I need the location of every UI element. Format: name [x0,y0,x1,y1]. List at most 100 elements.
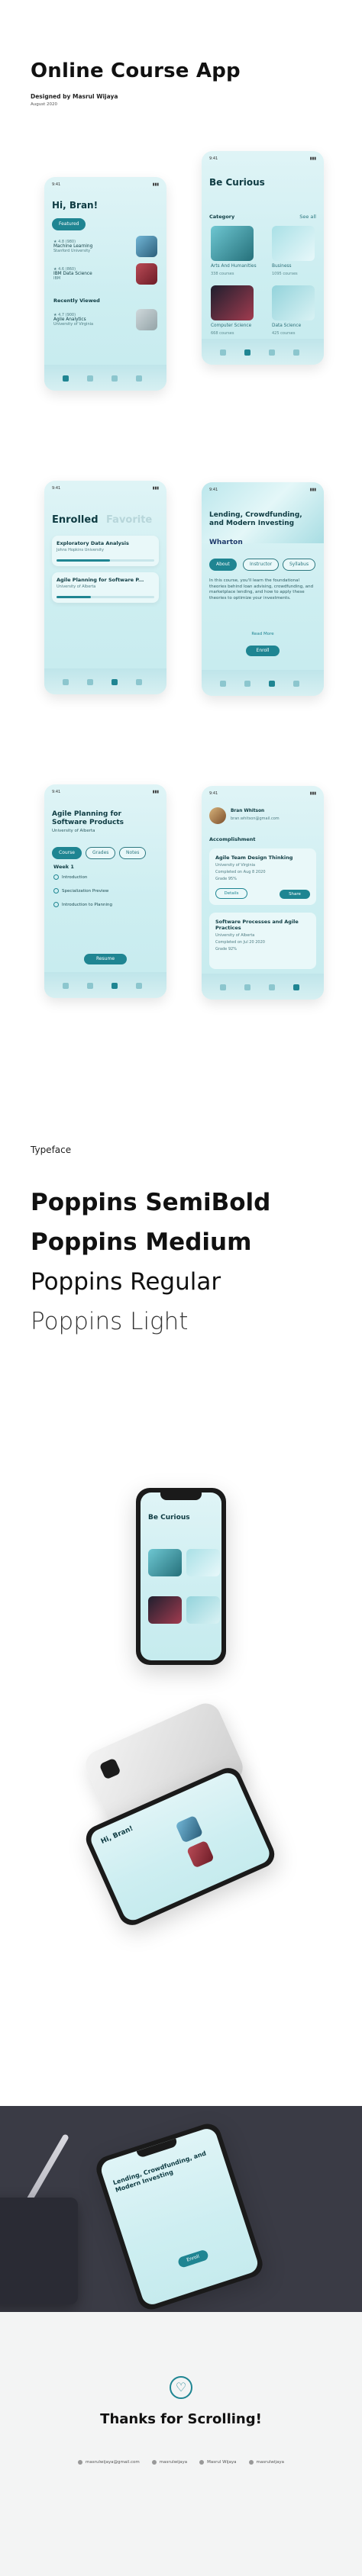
accomplishment-card[interactable]: Software Processes and Agile Practices U… [209,913,316,969]
app-title: Online Course App [31,60,241,82]
typeface-sample-semibold: Poppins SemiBold [31,1189,271,1216]
tab-grades[interactable]: Grades [86,847,116,859]
heart-icon [170,2376,192,2399]
featured-chip[interactable]: Featured [52,218,86,230]
footer-username[interactable]: masrulwijaya [151,2457,187,2468]
see-all-link[interactable]: See all [299,214,316,220]
category-count: 425 courses [272,331,296,336]
typeface-section: Typeface Poppins SemiBold Poppins Medium… [0,1129,362,1488]
accomplishment-title: Software Processes and Agile Practices [215,919,299,931]
category-thumbnail[interactable] [211,285,254,320]
featured-item[interactable]: ★ 4.6 (860) IBM Data Science IBM [53,262,157,285]
keyboard [0,2198,78,2304]
footer-email[interactable]: masrulwijaya@gmail.com [78,2457,140,2468]
read-more-link[interactable]: Read More [251,632,273,636]
tab-instructor[interactable]: Instructor [243,559,280,571]
messages-icon[interactable] [112,983,118,989]
share-button[interactable]: Share [280,890,310,899]
tab-notes[interactable]: Notes [119,847,147,859]
library-icon[interactable] [87,679,93,685]
mockup-course-title: Lending, Crowdfunding, and Modern Invest… [112,2149,208,2194]
category-thumbnail[interactable] [272,285,315,320]
thanks-section: Thanks for Scrolling! masrulwijaya@gmail… [0,2312,362,2576]
enroll-button[interactable]: Enroll [246,646,280,656]
messages-icon[interactable] [269,681,275,687]
mockup-thumbnail [186,1840,215,1869]
typeface-sample-light: Poppins Light [31,1308,189,1335]
category-thumbnail[interactable] [272,226,315,261]
status-indicators: ▮▮▮ [152,790,159,794]
profile-icon[interactable] [136,679,142,685]
footer-name[interactable]: Masrul Wijaya [199,2457,237,2468]
library-icon[interactable] [244,349,250,356]
accomplishment-title: Agile Team Design Thinking [215,855,293,861]
designer-credit: Designed by Masrul Wijaya [31,93,118,100]
enrolled-course-card[interactable]: Exploratory Data Analysis Johns Hopkins … [52,536,159,566]
enrolled-favorite-tabs[interactable]: Enrolled Favorite [52,514,152,526]
messages-icon[interactable] [269,349,275,356]
camera-icon [248,2460,254,2465]
tab-course[interactable]: Course [52,847,82,859]
profile-icon[interactable] [293,349,299,356]
syllabus-screen: 9:41 ▮▮▮ Agile Planning for Software Pro… [44,784,166,998]
category-thumbnail[interactable] [211,226,254,261]
home-icon[interactable] [63,679,69,685]
library-icon[interactable] [244,984,250,990]
messages-icon[interactable] [269,984,275,990]
home-icon[interactable] [220,349,226,356]
profile-email: bran.whitson@gmail.com [231,816,280,821]
home-icon[interactable] [63,375,69,382]
messages-icon[interactable] [112,679,118,685]
footer-instagram[interactable]: masrulwijaya [248,2457,284,2468]
details-button[interactable]: Details [215,888,247,899]
accomplishment-grade: Grade 95% [215,877,237,881]
mockup-greeting: Hi, Bran! [99,1824,135,1847]
course-description: In this course, you'll learn the foundat… [209,578,314,601]
accomplishment-institution: University of Alberta [215,933,255,938]
typeface-label: Typeface [31,1145,72,1155]
accomplishment-card[interactable]: Agile Team Design Thinking University of… [209,848,316,905]
bottom-nav [44,972,166,998]
syllabus-item[interactable]: Specialization Preview [53,888,157,894]
week-label: Week 1 [53,864,74,870]
resume-button[interactable]: Resume [84,954,127,964]
mockup-thumbnail [175,1814,204,1843]
home-icon[interactable] [220,984,226,990]
status-dot [53,874,59,880]
home-icon[interactable] [63,983,69,989]
profile-icon[interactable] [293,681,299,687]
avatar [209,807,226,824]
library-icon[interactable] [87,375,93,382]
status-indicators: ▮▮▮ [309,791,316,796]
messages-icon[interactable] [112,375,118,382]
tab-about[interactable]: About [209,559,237,571]
enrolled-course-card[interactable]: Agile Planning for Software P... Univers… [52,572,159,603]
course-sub: Johns Hopkins University [57,548,104,552]
featured-course-sub: Stanford University [53,249,91,253]
course-institution: University of Alberta [52,829,95,833]
library-icon[interactable] [87,983,93,989]
profile-icon[interactable] [136,983,142,989]
featured-item[interactable]: ★ 4.8 (980) Machine Learning Stanford Un… [53,235,157,258]
course-title: Lending, Crowdfunding, and Modern Invest… [209,511,302,527]
profile-icon[interactable] [136,375,142,382]
profile-icon[interactable] [293,984,299,990]
tab-syllabus[interactable]: Syllabus [283,559,316,571]
syllabus-item[interactable]: Introduction [53,874,157,880]
status-dot [53,902,59,907]
recent-item[interactable]: ★ 4.7 (900) Agile Analytics University o… [53,308,157,331]
mockup-thumbnail [186,1549,220,1576]
status-indicators: ▮▮▮ [152,182,159,187]
greeting: Hi, Bran! [52,200,99,211]
category-name: Arts And Humanities [211,264,257,269]
tab-favorite[interactable]: Favorite [106,514,152,526]
accomplishment-grade: Grade 92% [215,947,237,952]
home-icon[interactable] [220,681,226,687]
tab-enrolled[interactable]: Enrolled [52,514,99,526]
footer-name-text: Masrul Wijaya [207,2460,237,2465]
syllabus-item[interactable]: Introduction to Planning [53,902,157,907]
library-icon[interactable] [244,681,250,687]
recent-course-sub: University of Virginia [53,322,94,327]
mockup-enroll-button: Enroll [176,2249,210,2268]
syllabus-item-title: Introduction to Planning [62,903,113,907]
